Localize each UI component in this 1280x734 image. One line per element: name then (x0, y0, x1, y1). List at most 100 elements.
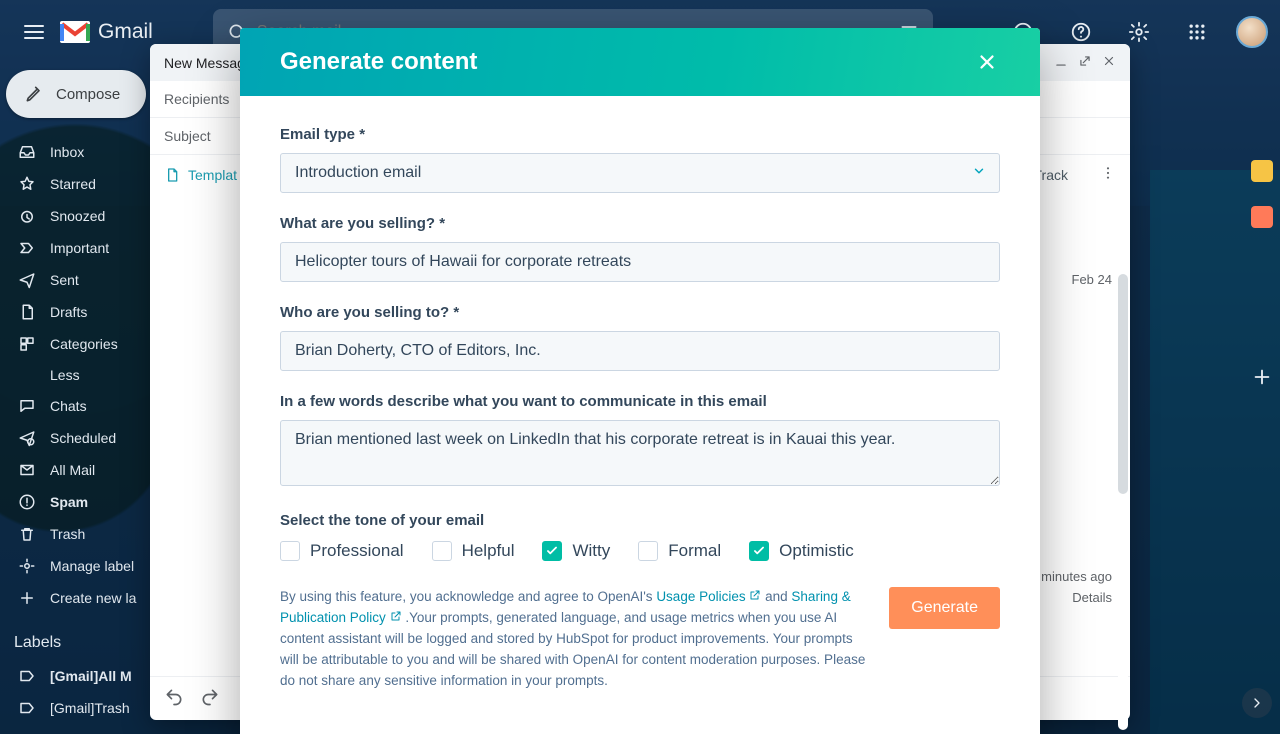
close-icon (976, 51, 998, 73)
email-type-value: Introduction email (280, 153, 1000, 193)
side-app-hubspot[interactable] (1251, 206, 1273, 228)
email-type-select[interactable]: Introduction email (280, 153, 1000, 193)
hamburger-icon (24, 24, 44, 40)
tone-optimistic[interactable]: Optimistic (749, 541, 854, 561)
redo-button[interactable] (200, 687, 220, 710)
side-add[interactable] (1251, 366, 1273, 393)
minimize-icon[interactable] (1054, 54, 1068, 71)
recipients-label: Recipients (164, 91, 229, 107)
nav-manage-labels[interactable]: Manage label (6, 550, 156, 582)
subject-label: Subject (164, 128, 211, 144)
gmail-sidebar: Compose Inbox Starred Snoozed Important … (6, 70, 156, 734)
usage-policies-link[interactable]: Usage Policies (656, 589, 761, 604)
describe-field: In a few words describe what you want to… (280, 393, 1000, 490)
important-icon (18, 239, 36, 257)
nav-label: Important (50, 240, 109, 256)
collapse-side-panel[interactable] (1242, 688, 1272, 718)
templates-button[interactable]: Templat (164, 167, 237, 183)
link-text: Usage Policies (656, 589, 745, 604)
minutes-ago: minutes ago (1032, 569, 1112, 584)
sent-icon (18, 271, 36, 289)
nav-label: Snoozed (50, 208, 105, 224)
nav-sent[interactable]: Sent (6, 264, 156, 296)
tone-formal[interactable]: Formal (638, 541, 721, 561)
nav-important[interactable]: Important (6, 232, 156, 264)
email-type-label: Email type * (280, 126, 1000, 143)
nav-chats[interactable]: Chats (6, 390, 156, 422)
draft-icon (18, 303, 36, 321)
nav-label: Categories (50, 336, 118, 352)
menu-button[interactable] (12, 10, 56, 54)
categories-icon (18, 335, 36, 353)
side-panel (1244, 160, 1280, 393)
label-item-2[interactable]: [Gmail]Trash (6, 692, 156, 724)
nav-create-label[interactable]: Create new la (6, 582, 156, 614)
chat-icon (18, 397, 36, 415)
templates-icon (164, 167, 180, 183)
tone-professional[interactable]: Professional (280, 541, 404, 561)
undo-button[interactable] (164, 687, 184, 710)
selling-input[interactable] (280, 242, 1000, 282)
describe-input[interactable] (280, 420, 1000, 486)
tone-text: Helpful (462, 541, 515, 561)
details-link[interactable]: Details (1032, 590, 1112, 605)
gear-icon (18, 557, 36, 575)
nav-starred[interactable]: Starred (6, 168, 156, 200)
compose-label: Compose (56, 86, 120, 103)
date-badge: Feb 24 (1032, 272, 1112, 287)
nav-label: Manage label (50, 558, 134, 574)
nav-drafts[interactable]: Drafts (6, 296, 156, 328)
plus-icon (18, 589, 36, 607)
more-icon[interactable] (1100, 165, 1116, 184)
nav-label: Scheduled (50, 430, 116, 446)
caret-down-icon (972, 164, 986, 182)
tone-options: Professional Helpful Witty Formal Optimi… (280, 541, 1000, 561)
apps-icon[interactable] (1178, 13, 1216, 51)
checkbox-icon (542, 541, 562, 561)
templates-label: Templat (188, 167, 237, 183)
nav-spam[interactable]: Spam (6, 486, 156, 518)
nav-label: Sent (50, 272, 79, 288)
generate-button[interactable]: Generate (889, 587, 1000, 629)
nav-label: [Gmail]All M (50, 668, 132, 684)
selling-field: What are you selling? * (280, 215, 1000, 282)
label-icon (18, 699, 36, 717)
star-icon (18, 175, 36, 193)
compose-meta: Feb 24 minutes ago Details (1032, 272, 1112, 605)
tone-witty[interactable]: Witty (542, 541, 610, 561)
avatar[interactable] (1236, 16, 1268, 48)
nav-label: Chats (50, 398, 87, 414)
nav-snoozed[interactable]: Snoozed (6, 200, 156, 232)
nav-categories[interactable]: Categories (6, 328, 156, 360)
close-icon[interactable] (1102, 54, 1116, 71)
compose-window-controls (1054, 54, 1116, 71)
nav-allmail[interactable]: All Mail (6, 454, 156, 486)
compose-button[interactable]: Compose (6, 70, 146, 118)
popout-icon[interactable] (1078, 54, 1092, 71)
nav-label: Create new la (50, 590, 136, 606)
tone-helpful[interactable]: Helpful (432, 541, 515, 561)
nav-label: Less (50, 367, 80, 383)
nav-trash[interactable]: Trash (6, 518, 156, 550)
gmail-logo[interactable]: Gmail (60, 20, 153, 44)
nav-scheduled[interactable]: Scheduled (6, 422, 156, 454)
legal-row: By using this feature, you acknowledge a… (280, 587, 1000, 692)
nav-inbox[interactable]: Inbox (6, 136, 156, 168)
modal-close-button[interactable] (974, 49, 1000, 75)
external-link-icon (749, 587, 761, 608)
pencil-icon (24, 84, 44, 104)
email-type-field: Email type * Introduction email (280, 126, 1000, 193)
side-app-keep[interactable] (1251, 160, 1273, 182)
allmail-icon (18, 461, 36, 479)
scheduled-icon (18, 429, 36, 447)
nav-less[interactable]: Less (6, 360, 156, 390)
gmail-brand-text: Gmail (98, 20, 153, 44)
selling-to-input[interactable] (280, 331, 1000, 371)
nav-label: Drafts (50, 304, 87, 320)
modal-title: Generate content (280, 48, 477, 76)
checkbox-icon (280, 541, 300, 561)
label-item-1[interactable]: [Gmail]All M (6, 660, 156, 692)
compose-scrollbar-thumb[interactable] (1118, 274, 1128, 494)
labels-heading: Labels (14, 634, 156, 652)
clock-icon (18, 207, 36, 225)
